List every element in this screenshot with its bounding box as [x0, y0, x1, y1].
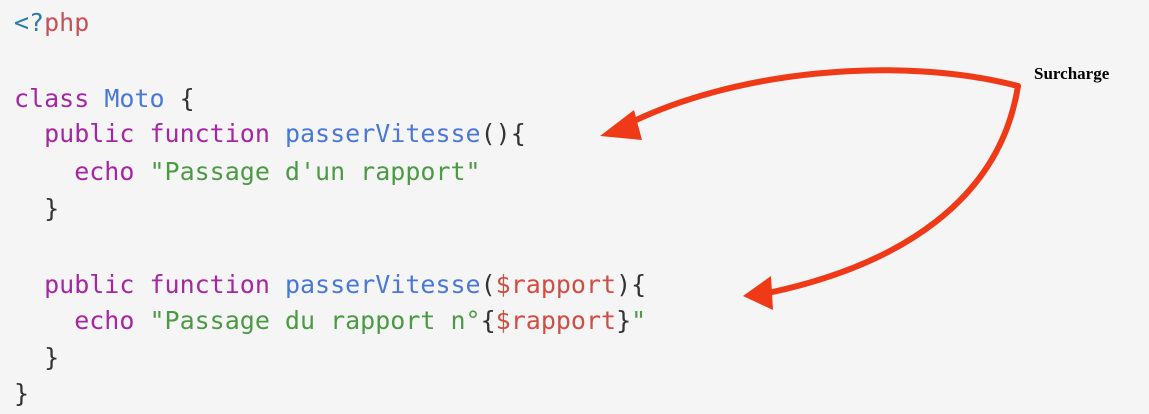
code-line-6: } — [14, 190, 59, 227]
code-token: { — [164, 84, 195, 113]
code-line-8: public function passerVitesse($rapport){ — [14, 266, 646, 303]
code-token: $rapport — [495, 270, 617, 299]
code-token: } — [616, 306, 632, 335]
code-token: echo — [14, 157, 150, 186]
code-token: } — [14, 379, 30, 408]
code-token: { — [480, 306, 496, 335]
overload-arrows — [600, 67, 1021, 310]
code-token: echo — [14, 306, 150, 335]
code-token: " — [631, 306, 647, 335]
arrow-to-first-method — [617, 67, 1021, 131]
code-token: <? — [14, 8, 45, 37]
code-line-9: echo "Passage du rapport n°{$rapport}" — [14, 302, 646, 339]
code-token: (){ — [480, 119, 526, 148]
code-token: php — [44, 8, 90, 37]
code-line-3: class Moto { — [14, 80, 195, 117]
code-token: } — [14, 343, 60, 372]
code-token: "Passage d'un rapport" — [149, 157, 481, 186]
code-token: passerVitesse — [284, 270, 481, 299]
code-token: class — [14, 84, 105, 113]
code-token: passerVitesse — [284, 119, 481, 148]
arrow-to-second-method — [765, 83, 1021, 296]
code-token: "Passage du rapport n° — [149, 306, 481, 335]
code-token: $rapport — [495, 306, 617, 335]
code-line-10: } — [14, 339, 59, 376]
code-token: Moto — [104, 84, 165, 113]
annotation-label: Surcharge — [1034, 64, 1110, 83]
code-token: public — [14, 270, 150, 299]
code-token: } — [14, 194, 60, 223]
arrowhead-second-method — [743, 276, 773, 310]
code-token: public — [14, 119, 150, 148]
code-token: function — [149, 270, 285, 299]
code-token: ( — [480, 270, 496, 299]
code-token: function — [149, 119, 285, 148]
code-token: ){ — [616, 270, 647, 299]
code-line-1: <?php — [14, 4, 89, 41]
code-line-11: } — [14, 375, 29, 412]
code-line-4: public function passerVitesse(){ — [14, 115, 526, 152]
arrowhead-first-method — [600, 110, 642, 140]
code-line-5: echo "Passage d'un rapport" — [14, 153, 481, 190]
